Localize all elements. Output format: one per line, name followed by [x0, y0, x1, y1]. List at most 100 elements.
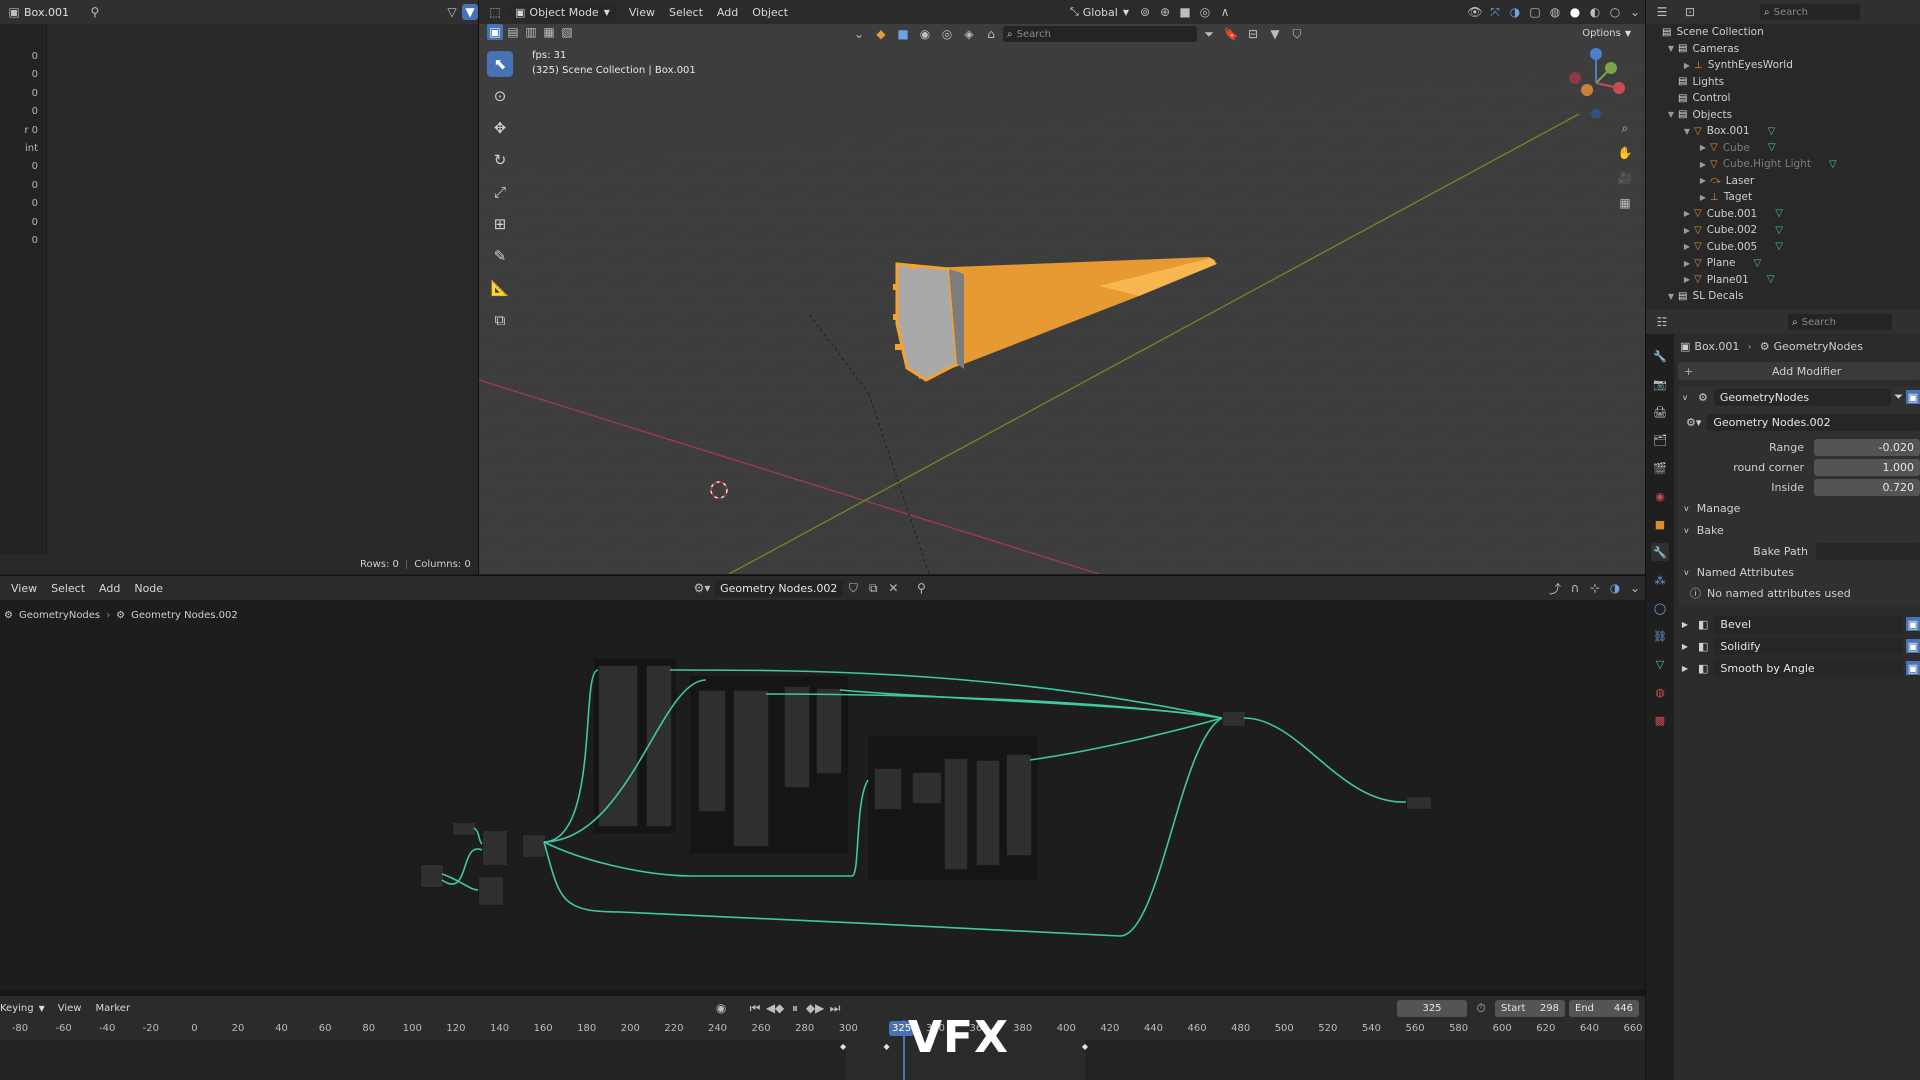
material-shading-icon[interactable]: ◐ [1585, 2, 1605, 22]
mode-dropdown[interactable]: ▣ Object Mode ▼ [509, 3, 616, 21]
menu-add[interactable]: Add [710, 6, 745, 19]
mesh-data-icon[interactable]: ▽ [1768, 142, 1776, 153]
particles-tab-icon[interactable]: ⁂ [1651, 571, 1669, 589]
camera-view-icon[interactable]: 🎥 [1615, 168, 1635, 188]
ortho-grid-icon[interactable]: ▦ [1615, 193, 1635, 213]
jump-end-icon[interactable]: ⏭ [825, 998, 845, 1018]
pause-icon[interactable]: ⏸ [785, 998, 805, 1018]
modifier-tab-icon[interactable]: 🔧 [1651, 543, 1669, 561]
object-cube-icon[interactable]: ▣ [4, 2, 24, 22]
shield-icon[interactable]: ⛉ [1287, 24, 1307, 44]
jump-key-back-icon[interactable]: ◀◆ [765, 998, 785, 1018]
chevron-right-icon[interactable]: ▶ [1678, 620, 1692, 629]
chevron-right-icon[interactable]: ▶ [1682, 275, 1692, 284]
input-value-field[interactable]: 1.000 [1814, 458, 1920, 476]
jump-start-icon[interactable]: ⏮ [745, 998, 765, 1018]
modifier-stack-item[interactable]: ▶ ◧ Bevel ▣ [1678, 613, 1920, 635]
select-invert-icon[interactable]: ▦ [541, 24, 557, 40]
layout-icon[interactable]: ⊟ [1243, 24, 1263, 44]
editor-type-icon[interactable]: ⬚ [485, 2, 505, 22]
light-filter-icon[interactable]: ◎ [937, 24, 957, 44]
menu-marker[interactable]: Marker [88, 1003, 137, 1014]
keyframe-diamond[interactable]: ◆ [1082, 1042, 1088, 1051]
display-mode-icon[interactable]: ⊡ [1680, 2, 1700, 22]
outliner-item[interactable]: ▶ ⊥ SynthEyesWorld [1646, 57, 1920, 74]
snap-icon[interactable]: ⊕ [1155, 2, 1175, 22]
funnel-icon[interactable]: ▼ [1265, 24, 1285, 44]
select-extend-icon[interactable]: ▤ [505, 24, 521, 40]
named-attributes-panel[interactable]: v Named Attributes [1678, 561, 1920, 583]
pin-icon[interactable]: ⚲ [85, 2, 105, 22]
jump-key-forward-icon[interactable]: ◆▶ [805, 998, 825, 1018]
node-group-field[interactable]: Geometry Nodes.002 [1707, 413, 1920, 431]
chevron-down-icon[interactable]: ▼ [1666, 44, 1676, 53]
overlay-icon[interactable]: ◑ [1505, 2, 1525, 22]
camera-filter-icon[interactable]: ◈ [959, 24, 979, 44]
outliner-item[interactable]: ▶ ▽ Plane01 ▽ [1646, 272, 1920, 289]
select-subtract-icon[interactable]: ▥ [523, 24, 539, 40]
render-filter-icon[interactable]: ◆ [871, 24, 891, 44]
modifier-name-field[interactable]: GeometryNodes [1713, 388, 1892, 406]
node-overlay-options-icon[interactable]: ⌄ [1625, 578, 1645, 598]
mesh-data-icon[interactable]: ▽ [1754, 258, 1762, 269]
divider-h2[interactable] [0, 990, 1645, 996]
end-frame-field[interactable]: End 446 [1569, 999, 1639, 1017]
snap-node-icon[interactable]: ∩ [1565, 578, 1585, 598]
menu-node[interactable]: Node [127, 582, 170, 595]
falloff-icon[interactable]: ∧ [1215, 2, 1235, 22]
texture-tab-icon[interactable]: ▩ [1651, 711, 1669, 729]
outliner-item[interactable]: ▤ Lights [1646, 74, 1920, 91]
chevron-down-icon[interactable]: v [1678, 393, 1692, 402]
divider-h1[interactable] [0, 575, 1645, 576]
constraints-tab-icon[interactable]: ⛓ [1651, 627, 1669, 645]
measure-tool-icon[interactable]: 📐 [487, 275, 513, 301]
realtime-toggle-icon[interactable]: ▣ [1906, 617, 1920, 631]
orientation-dropdown[interactable]: ⤡ Global ▼ [1064, 3, 1135, 21]
object-type-filter-icon[interactable]: ⌄ [849, 24, 869, 44]
visibility-icon[interactable]: 👁 [1465, 2, 1485, 22]
options-button[interactable]: Options ▼ [1576, 24, 1637, 42]
filter-active-icon[interactable]: ▼ [462, 4, 478, 20]
outliner-item[interactable]: ▶ ▽ Cube.Hight Light ▽ [1646, 156, 1920, 173]
chevron-right-icon[interactable]: ▶ [1682, 226, 1692, 235]
properties-editor-icon[interactable]: ☷ [1652, 312, 1672, 332]
menu-object[interactable]: Object [745, 6, 795, 19]
outliner-item[interactable]: ▶ ▽ Cube.002 ▽ [1646, 222, 1920, 239]
properties-search-field[interactable]: ⌕ Search [1788, 314, 1892, 330]
divider-v1[interactable] [478, 0, 479, 575]
outliner-item[interactable]: ▼ ▤ Objects [1646, 107, 1920, 124]
proportional-edit-icon[interactable]: ◎ [1195, 2, 1215, 22]
spreadsheet-object-name[interactable]: Box.001 [24, 6, 69, 19]
output-tab-icon[interactable]: 🖨 [1651, 403, 1669, 421]
zoom-icon[interactable]: ⌕ [1615, 118, 1635, 138]
funnel-icon[interactable]: ⏷ [1894, 390, 1903, 404]
duplicate-icon[interactable]: ⧉ [863, 578, 883, 598]
cursor-tool-icon[interactable]: ⊙ [487, 83, 513, 109]
add-cube-tool-icon[interactable]: ⧉ [487, 307, 513, 333]
mesh-filter-icon[interactable]: ■ [893, 24, 913, 44]
pivot-icon[interactable]: ⊚ [1135, 2, 1155, 22]
outliner-search-field[interactable]: ⌕ Search [1760, 4, 1860, 20]
pan-hand-icon[interactable]: ✋ [1615, 143, 1635, 163]
timeline-body[interactable]: -80 -60 -40 -20 0 20 40 60 80 100 120 140 160 180 200 2… [0, 1020, 1645, 1080]
chevron-down-icon[interactable]: ▼ [1666, 292, 1676, 301]
divider-v2[interactable] [1645, 0, 1646, 1080]
tool-tab-icon[interactable]: 🔧 [1651, 347, 1669, 365]
rotate-tool-icon[interactable]: ↻ [487, 147, 513, 173]
outliner-item[interactable]: ▶ ▽ Cube.005 ▽ [1646, 239, 1920, 256]
navigation-gizmo[interactable] [1561, 48, 1631, 118]
node-editor-canvas[interactable]: ⚙ GeometryNodes › ⚙ Geometry Nodes.002 [0, 600, 1645, 990]
curve-filter-icon[interactable]: ◉ [915, 24, 935, 44]
viewport-search-field[interactable]: ⌕ Search [1003, 26, 1197, 42]
start-frame-field[interactable]: Start 298 [1495, 999, 1565, 1017]
annotate-tool-icon[interactable]: ✎ [487, 243, 513, 269]
xray-icon[interactable]: ▢ [1525, 2, 1545, 22]
filter-icon[interactable]: ▽ [442, 2, 462, 22]
chevron-right-icon[interactable]: ▶ [1698, 176, 1708, 185]
chevron-down-icon[interactable]: ▼ [1666, 110, 1676, 119]
mesh-data-icon[interactable]: ▽ [1775, 208, 1783, 219]
modifier-stack-item[interactable]: ▶ ◧ Solidify ▣ [1678, 635, 1920, 657]
chevron-right-icon[interactable]: ▶ [1682, 209, 1692, 218]
outliner-item[interactable]: ▶ ⤼ Laser [1646, 173, 1920, 190]
wireframe-shading-icon[interactable]: ◍ [1545, 2, 1565, 22]
